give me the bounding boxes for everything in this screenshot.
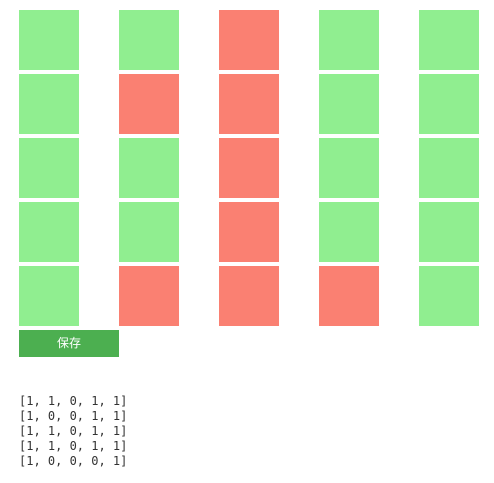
toggle-grid xyxy=(19,10,480,326)
matrix-line-3: [1, 1, 0, 1, 1] xyxy=(19,424,128,438)
grid-cell-r1-c4[interactable] xyxy=(319,10,379,70)
matrix-output: [1, 1, 0, 1, 1] [1, 0, 0, 1, 1] [1, 1, 0, … xyxy=(19,394,127,469)
grid-cell-r2-c1[interactable] xyxy=(19,74,79,134)
grid-cell-r5-c3[interactable] xyxy=(219,266,279,326)
grid-cell-r4-c4[interactable] xyxy=(319,202,379,262)
grid-cell-r5-c5[interactable] xyxy=(419,266,479,326)
grid-cell-r1-c5[interactable] xyxy=(419,10,479,70)
grid-cell-r3-c5[interactable] xyxy=(419,138,479,198)
grid-cell-r1-c3[interactable] xyxy=(219,10,279,70)
grid-cell-r3-c1[interactable] xyxy=(19,138,79,198)
grid-cell-r2-c3[interactable] xyxy=(219,74,279,134)
grid-cell-r4-c3[interactable] xyxy=(219,202,279,262)
grid-cell-r2-c4[interactable] xyxy=(319,74,379,134)
grid-cell-r2-c2[interactable] xyxy=(119,74,179,134)
grid-cell-r3-c3[interactable] xyxy=(219,138,279,198)
matrix-line-2: [1, 0, 0, 1, 1] xyxy=(19,409,128,423)
grid-cell-r3-c4[interactable] xyxy=(319,138,379,198)
grid-cell-r4-c5[interactable] xyxy=(419,202,479,262)
grid-cell-r5-c1[interactable] xyxy=(19,266,79,326)
matrix-line-1: [1, 1, 0, 1, 1] xyxy=(19,394,128,408)
grid-cell-r2-c5[interactable] xyxy=(419,74,479,134)
grid-cell-r5-c4[interactable] xyxy=(319,266,379,326)
matrix-line-4: [1, 1, 0, 1, 1] xyxy=(19,439,128,453)
grid-cell-r4-c2[interactable] xyxy=(119,202,179,262)
matrix-line-5: [1, 0, 0, 0, 1] xyxy=(19,454,128,468)
grid-cell-r1-c2[interactable] xyxy=(119,10,179,70)
grid-cell-r4-c1[interactable] xyxy=(19,202,79,262)
grid-cell-r1-c1[interactable] xyxy=(19,10,79,70)
grid-cell-r3-c2[interactable] xyxy=(119,138,179,198)
grid-cell-r5-c2[interactable] xyxy=(119,266,179,326)
save-button[interactable]: 保存 xyxy=(19,330,119,357)
